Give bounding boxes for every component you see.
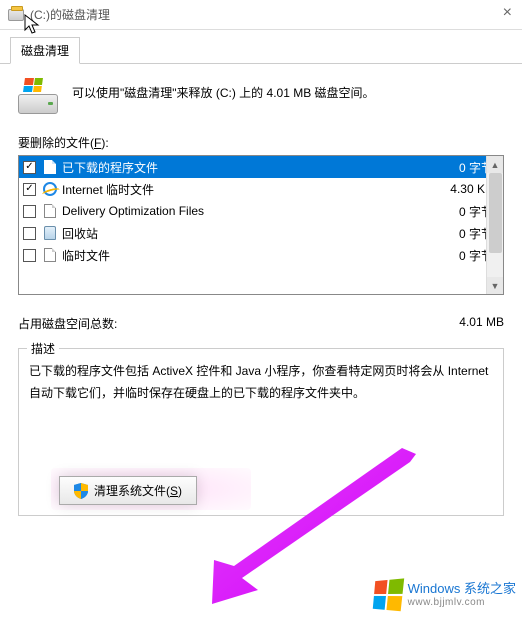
page-icon bbox=[42, 247, 58, 263]
watermark-url: www.bjjmlv.com bbox=[408, 597, 516, 609]
window-title: (C:)的磁盘清理 bbox=[30, 6, 110, 23]
file-row[interactable]: 临时文件0 字节 bbox=[19, 244, 503, 266]
description-group: 描述 已下载的程序文件包括 ActiveX 控件和 Java 小程序，你查看特定… bbox=[18, 348, 504, 516]
bin-icon bbox=[42, 225, 58, 241]
page-icon bbox=[42, 159, 58, 175]
file-list: ✓已下载的程序文件0 字节✓Internet 临时文件4.30 KBDelive… bbox=[18, 155, 504, 295]
titlebar: (C:)的磁盘清理 × bbox=[0, 0, 522, 30]
checkbox[interactable] bbox=[23, 227, 36, 240]
total-value: 4.01 MB bbox=[459, 315, 504, 332]
watermark-title: Windows 系统之家 bbox=[408, 581, 516, 597]
close-icon[interactable]: × bbox=[503, 4, 512, 22]
total-label: 占用磁盘空间总数: bbox=[18, 315, 117, 332]
uac-shield-icon bbox=[74, 483, 88, 499]
intro-text: 可以使用"磁盘清理"来释放 (C:) 上的 4.01 MB 磁盘空间。 bbox=[72, 78, 375, 103]
windows-logo-icon bbox=[372, 578, 403, 611]
file-name: Internet 临时文件 bbox=[62, 181, 419, 198]
checkbox[interactable] bbox=[23, 205, 36, 218]
scrollbar[interactable]: ▲ ▼ bbox=[486, 156, 503, 294]
scroll-down-button[interactable]: ▼ bbox=[487, 277, 503, 294]
watermark: Windows 系统之家 www.bjjmlv.com bbox=[372, 580, 516, 610]
checkbox[interactable] bbox=[23, 249, 36, 262]
scroll-thumb[interactable] bbox=[489, 173, 502, 253]
scroll-up-button[interactable]: ▲ bbox=[487, 156, 503, 173]
file-row[interactable]: ✓已下载的程序文件0 字节 bbox=[19, 156, 503, 178]
intro-row: 可以使用"磁盘清理"来释放 (C:) 上的 4.01 MB 磁盘空间。 bbox=[18, 78, 504, 114]
clean-system-files-button[interactable]: 清理系统文件(S) bbox=[59, 476, 197, 505]
content-area: 可以使用"磁盘清理"来释放 (C:) 上的 4.01 MB 磁盘空间。 要删除的… bbox=[0, 64, 522, 530]
total-row: 占用磁盘空间总数: 4.01 MB bbox=[18, 315, 504, 332]
disk-cleanup-icon bbox=[18, 78, 58, 114]
tab-disk-cleanup[interactable]: 磁盘清理 bbox=[10, 37, 80, 64]
drive-icon bbox=[8, 7, 24, 23]
file-row[interactable]: ✓Internet 临时文件4.30 KB bbox=[19, 178, 503, 200]
file-row[interactable]: Delivery Optimization Files0 字节 bbox=[19, 200, 503, 222]
page-icon bbox=[42, 203, 58, 219]
checkbox[interactable]: ✓ bbox=[23, 183, 36, 196]
file-name: 临时文件 bbox=[62, 247, 419, 264]
description-text: 已下载的程序文件包括 ActiveX 控件和 Java 小程序，你查看特定网页时… bbox=[29, 361, 493, 404]
description-title: 描述 bbox=[27, 340, 59, 357]
file-row[interactable]: 回收站0 字节 bbox=[19, 222, 503, 244]
file-name: 回收站 bbox=[62, 225, 419, 242]
files-to-delete-label: 要删除的文件(F): bbox=[18, 134, 504, 151]
file-name: Delivery Optimization Files bbox=[62, 204, 419, 218]
tabstrip: 磁盘清理 bbox=[0, 30, 522, 64]
checkbox[interactable]: ✓ bbox=[23, 161, 36, 174]
file-name: 已下载的程序文件 bbox=[62, 159, 419, 176]
ie-icon bbox=[42, 181, 58, 197]
